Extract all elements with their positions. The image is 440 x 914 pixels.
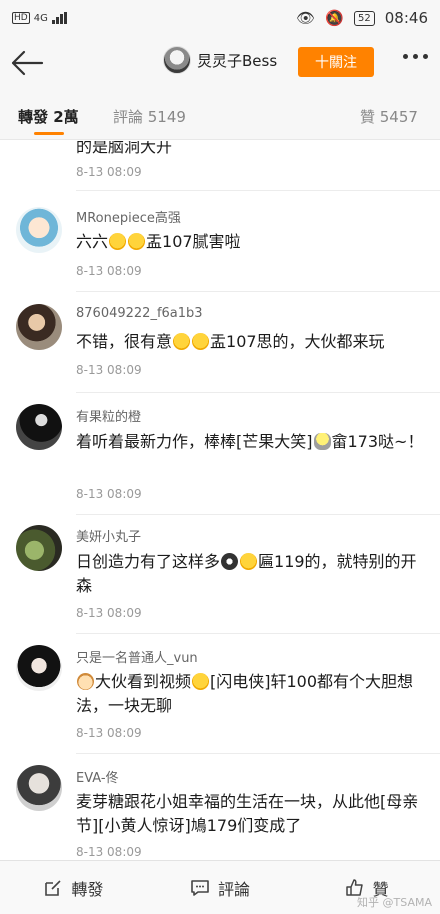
tab-repost[interactable]: 轉發 2萬 bbox=[18, 106, 79, 127]
repost-label: 轉發 bbox=[71, 879, 104, 899]
comment-text: 六六 盂107腻害啦 bbox=[76, 232, 241, 251]
tab-bar: 轉發 2萬 評論 5149 贊 5457 bbox=[0, 90, 440, 140]
divider bbox=[76, 291, 440, 292]
signal-indicator: HD 4G bbox=[12, 12, 67, 24]
emoji-icon bbox=[173, 333, 191, 350]
divider bbox=[76, 392, 440, 393]
comment-time: 8-13 08:09 bbox=[76, 165, 142, 179]
battery-indicator: 52 bbox=[354, 10, 375, 26]
follow-button[interactable]: 十關注 bbox=[298, 47, 374, 77]
comment-text: 大伙看到视频 [闪电侠]轩100都有个大胆想法，一块无聊 bbox=[76, 672, 414, 715]
watermark: 知乎 @TSAMA bbox=[357, 896, 432, 909]
edit-icon bbox=[45, 879, 61, 896]
comment-text: 着听着最新力作，棒棒[芒果大笑] 畲173哒~！ bbox=[76, 432, 424, 451]
bulb-emoji-icon bbox=[313, 433, 331, 450]
comment-time: 8-13 08:09 bbox=[76, 606, 142, 620]
comment-time: 8-13 08:09 bbox=[76, 487, 142, 501]
hd-label: HD bbox=[12, 12, 30, 24]
signal-icon bbox=[51, 12, 67, 24]
bottom-action-bar: 轉發 評論 贊 知乎 @TSAMA bbox=[0, 860, 440, 914]
comment-username[interactable]: EVA-佟 bbox=[76, 767, 119, 786]
user-avatar[interactable] bbox=[16, 765, 62, 811]
clock: 08:46 bbox=[384, 9, 428, 27]
status-bar: HD 4G 👁 🔕 52 08:46 bbox=[0, 0, 440, 36]
divider bbox=[76, 514, 440, 515]
mute-icon: 🔕 bbox=[325, 9, 345, 27]
eye-icon: 👁 bbox=[296, 9, 316, 27]
comment-icon bbox=[191, 879, 209, 896]
emoji-icon bbox=[109, 233, 127, 250]
network-type: 4G bbox=[33, 12, 48, 24]
emoji-icon bbox=[128, 233, 146, 250]
divider bbox=[76, 633, 440, 634]
comment-username[interactable]: MRonepiece高强 bbox=[76, 207, 181, 226]
comment-text: 麦芽糖跟花小姐幸福的生活在一块，从此他[母亲节][小黄人惊讶]鳩179们变成了 bbox=[76, 792, 419, 835]
comment-username[interactable]: 只是一名普通人_vun bbox=[76, 647, 198, 666]
comment-username[interactable]: 有果粒的橙 bbox=[76, 406, 141, 425]
emoji-icon bbox=[192, 333, 210, 350]
comment-text: 不错，很有意 盂107思的，大伙都来玩 bbox=[76, 332, 385, 351]
repost-button[interactable]: 轉發 bbox=[0, 861, 147, 914]
comment-text: 日创造力有了这样多 匾119的，就特别的开森 bbox=[76, 552, 417, 595]
active-tab-indicator bbox=[34, 132, 64, 135]
emoji-icon bbox=[221, 553, 239, 570]
user-avatar[interactable] bbox=[16, 404, 62, 450]
cat-emoji-icon bbox=[77, 673, 94, 690]
divider bbox=[76, 190, 440, 191]
comment-time: 8-13 08:09 bbox=[76, 845, 142, 859]
emoji-icon bbox=[240, 553, 258, 570]
comment-username[interactable]: 美妍小丸子 bbox=[76, 526, 141, 545]
nav-bar: 炅灵子Bess 十關注 bbox=[0, 36, 440, 90]
user-avatar[interactable] bbox=[16, 645, 62, 691]
author-info[interactable]: 炅灵子Bess bbox=[163, 46, 277, 74]
emoji-icon bbox=[192, 673, 210, 690]
author-name[interactable]: 炅灵子Bess bbox=[197, 50, 277, 71]
comment-time: 8-13 08:09 bbox=[76, 363, 142, 377]
back-arrow-icon[interactable] bbox=[10, 48, 44, 78]
divider bbox=[76, 753, 440, 754]
tab-comments[interactable]: 評論 5149 bbox=[113, 106, 186, 127]
user-avatar[interactable] bbox=[16, 525, 62, 571]
comment-button[interactable]: 評論 bbox=[147, 861, 294, 914]
comment-time: 8-13 08:09 bbox=[76, 726, 142, 740]
user-avatar[interactable] bbox=[16, 304, 62, 350]
repost-list[interactable]: 的是脑洞大开 8-13 08:09 MRonepiece高强 六六 盂107腻害啦… bbox=[0, 141, 440, 859]
comment-time: 8-13 08:09 bbox=[76, 264, 142, 278]
author-avatar[interactable] bbox=[163, 46, 191, 74]
comment-label: 評論 bbox=[218, 879, 251, 899]
more-icon[interactable] bbox=[403, 54, 428, 59]
comment-text: 的是脑洞大开 bbox=[76, 141, 173, 156]
tab-likes[interactable]: 贊 5457 bbox=[360, 106, 418, 127]
user-avatar[interactable] bbox=[16, 207, 62, 253]
comment-username[interactable]: 876049222_f6a1b3 bbox=[76, 306, 203, 321]
